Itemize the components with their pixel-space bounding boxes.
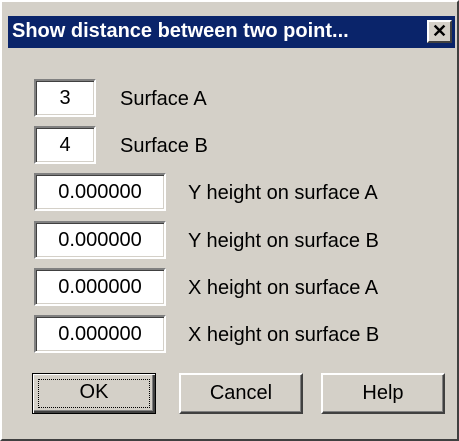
help-button-label: Help bbox=[362, 382, 404, 404]
surface-b-label: Surface B bbox=[120, 135, 208, 157]
ok-button[interactable]: OK bbox=[32, 373, 156, 414]
ok-button-label: OK bbox=[79, 381, 109, 403]
surface-a-input[interactable]: 3 bbox=[34, 79, 96, 117]
title-bar[interactable]: Show distance between two point... ✕ bbox=[8, 16, 455, 48]
cancel-button-label: Cancel bbox=[209, 382, 273, 404]
x-height-b-input[interactable]: 0.000000 bbox=[34, 315, 166, 353]
dialog-title: Show distance between two point... bbox=[12, 20, 349, 42]
y-height-a-input[interactable]: 0.000000 bbox=[34, 173, 166, 211]
surface-b-input[interactable]: 4 bbox=[34, 126, 96, 164]
x-height-a-label: X height on surface A bbox=[188, 277, 379, 299]
y-height-a-label: Y height on surface A bbox=[188, 182, 378, 204]
close-icon: ✕ bbox=[431, 21, 448, 41]
close-button[interactable]: ✕ bbox=[427, 20, 452, 43]
cancel-button[interactable]: Cancel bbox=[179, 373, 303, 414]
surface-a-label: Surface A bbox=[120, 88, 207, 110]
x-height-b-label: X height on surface B bbox=[188, 324, 380, 346]
y-height-b-label: Y height on surface B bbox=[188, 230, 379, 252]
x-height-a-input[interactable]: 0.000000 bbox=[34, 268, 166, 306]
help-button[interactable]: Help bbox=[321, 373, 445, 414]
dialog-window: Show distance between two point... ✕ 3 S… bbox=[0, 0, 459, 441]
y-height-b-input[interactable]: 0.000000 bbox=[34, 221, 166, 259]
